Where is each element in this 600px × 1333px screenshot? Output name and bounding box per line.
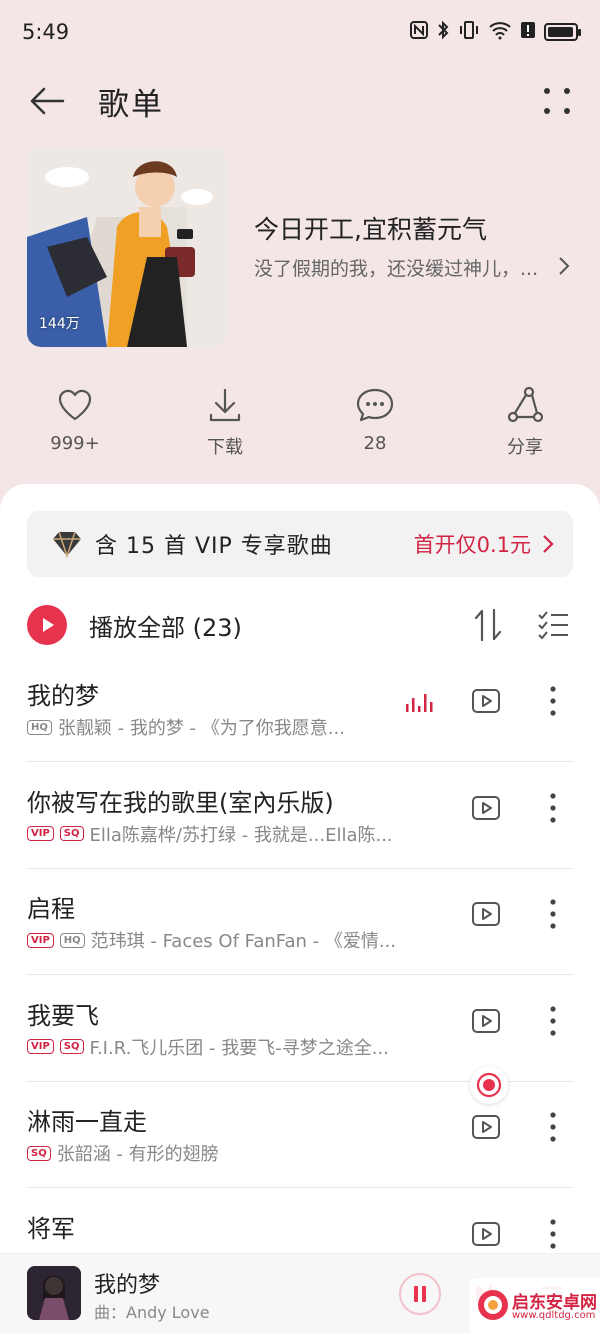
song-meta: VIP SQ F.I.R.飞儿乐团 - 我要飞-寻梦之途全... <box>27 1034 427 1060</box>
song-artist: F.I.R.飞儿乐团 - 我要飞-寻梦之途全... <box>89 1037 389 1059</box>
playlist-title: 今日开工,宜积蓄元气 <box>254 215 487 244</box>
video-play-icon[interactable] <box>471 1114 501 1140</box>
record-button[interactable] <box>470 1066 508 1104</box>
play-all-row: 播放全部 (23) <box>27 602 573 648</box>
action-row: 999+ 下载 28 分享 <box>0 385 600 465</box>
download-label: 下载 <box>207 437 243 458</box>
video-play-icon[interactable] <box>471 901 501 927</box>
play-all-label[interactable]: 播放全部 (23) <box>89 608 242 643</box>
vip-banner[interactable]: 含 15 首 VIP 专享歌曲 首开仅0.1元 <box>27 511 573 577</box>
song-title: 你被写在我的歌里(室內乐版) <box>27 788 334 817</box>
song-meta: VIP SQ Ella陈嘉桦/苏打绿 - 我就是...Ella陈... <box>27 821 427 847</box>
heart-icon <box>58 389 92 421</box>
watermark-logo <box>478 1290 508 1320</box>
song-row[interactable]: 你被写在我的歌里(室內乐版) VIP SQ Ella陈嘉桦/苏打绿 - 我就是...E… <box>27 763 573 869</box>
bluetooth-icon <box>436 20 450 45</box>
song-meta: VIP HQ 范玮琪 - Faces Of FanFan - 《爱情... <box>27 927 427 953</box>
song-more-icon[interactable] <box>543 1110 563 1144</box>
song-row[interactable]: 启程 VIP HQ 范玮琪 - Faces Of FanFan - 《爱情... <box>27 869 573 975</box>
wifi-icon <box>488 20 512 45</box>
song-artist: 张靓颖 - 我的梦 - 《为了你我愿意... <box>57 718 345 739</box>
status-bar: 5:49 <box>0 0 600 64</box>
vibrate-icon <box>458 20 480 45</box>
video-play-icon[interactable] <box>471 1221 501 1247</box>
quality-badge: VIP <box>27 1039 54 1054</box>
song-more-icon[interactable] <box>543 897 563 931</box>
now-playing-title: 我的梦 <box>94 1273 161 1298</box>
equalizer-icon <box>406 694 433 712</box>
song-title: 启程 <box>27 895 75 923</box>
song-title: 我的梦 <box>27 682 99 710</box>
favorite-count: 999+ <box>50 433 100 454</box>
song-more-icon[interactable] <box>543 1217 563 1251</box>
quality-badge: HQ <box>27 719 52 735</box>
quality-badge: VIP <box>27 932 54 948</box>
play-count: 144万 <box>39 316 80 332</box>
song-artist: 范玮琪 - Faces Of FanFan - 《爱情... <box>90 931 397 952</box>
favorite-button[interactable]: 999+ <box>0 385 150 465</box>
song-artist: Ella陈嘉桦/苏打绿 - 我就是...Ella陈... <box>89 824 393 846</box>
play-icon <box>43 618 54 632</box>
share-label: 分享 <box>507 437 543 458</box>
pause-icon <box>414 1286 426 1302</box>
record-icon <box>476 1072 502 1098</box>
multi-select-icon[interactable] <box>537 610 569 640</box>
playlist-description[interactable]: 没了假期的我，还没缓过神儿，... <box>254 254 556 281</box>
song-title: 我要飞 <box>27 1001 99 1030</box>
share-icon <box>507 386 544 423</box>
comment-count: 28 <box>363 433 387 454</box>
nfc-icon <box>410 20 428 44</box>
album-art <box>27 1266 81 1320</box>
page-title: 歌单 <box>98 86 164 123</box>
song-more-icon[interactable] <box>543 684 563 718</box>
quality-badge: SQ <box>59 1039 84 1054</box>
song-more-icon[interactable] <box>543 1004 563 1038</box>
battery-icon <box>544 23 581 41</box>
sort-icon[interactable] <box>473 608 503 642</box>
now-playing-artist: 曲：Andy Love <box>94 1303 210 1322</box>
quality-badge: HQ <box>59 932 85 948</box>
status-time: 5:49 <box>22 20 70 44</box>
vip-banner-text: 含 15 首 VIP 专享歌曲 <box>95 534 333 559</box>
back-arrow-icon[interactable] <box>24 78 70 124</box>
quality-badge: SQ <box>27 1145 51 1161</box>
song-list-sheet: 含 15 首 VIP 专享歌曲 首开仅0.1元 播放全部 (23) 我的梦 HQ 张… <box>0 484 600 1333</box>
vip-offer-text: 首开仅0.1元 <box>413 533 531 557</box>
download-icon <box>209 388 241 422</box>
now-playing-cover[interactable] <box>27 1266 81 1320</box>
status-icons <box>410 20 581 45</box>
more-options-icon[interactable] <box>538 82 576 120</box>
video-play-icon[interactable] <box>471 1008 501 1034</box>
comment-icon <box>356 388 394 422</box>
song-meta: HQ 张靓颖 - 我的梦 - 《为了你我愿意... <box>27 714 427 740</box>
alert-icon <box>520 20 536 45</box>
download-button[interactable]: 下载 <box>150 385 300 465</box>
video-play-icon[interactable] <box>471 795 501 821</box>
watermark: 启东安卓网 www.qdltdg.com <box>470 1278 600 1333</box>
song-row[interactable]: 我的梦 HQ 张靓颖 - 我的梦 - 《为了你我愿意... <box>27 656 573 762</box>
song-title: 淋雨一直走 <box>27 1108 147 1136</box>
play-all-button[interactable] <box>27 605 67 645</box>
song-title: 将军 <box>27 1214 75 1243</box>
diamond-icon <box>53 531 81 558</box>
song-artist: 张韶涵 - 有形的翅膀 <box>56 1144 219 1165</box>
video-play-icon[interactable] <box>471 688 501 714</box>
quality-badge: VIP <box>27 826 54 841</box>
comment-button[interactable]: 28 <box>300 385 450 465</box>
top-bar: 歌单 <box>0 66 600 136</box>
chevron-right-icon <box>543 535 554 553</box>
watermark-url: www.qdltdg.com <box>512 1310 596 1321</box>
share-button[interactable]: 分享 <box>450 385 600 465</box>
playlist-cover[interactable]: 144万 <box>27 147 227 347</box>
quality-badge: SQ <box>59 826 84 841</box>
song-more-icon[interactable] <box>543 791 563 825</box>
chevron-right-icon[interactable] <box>556 256 572 276</box>
song-meta: SQ 张韶涵 - 有形的翅膀 <box>27 1140 427 1166</box>
pause-button[interactable] <box>399 1273 441 1315</box>
